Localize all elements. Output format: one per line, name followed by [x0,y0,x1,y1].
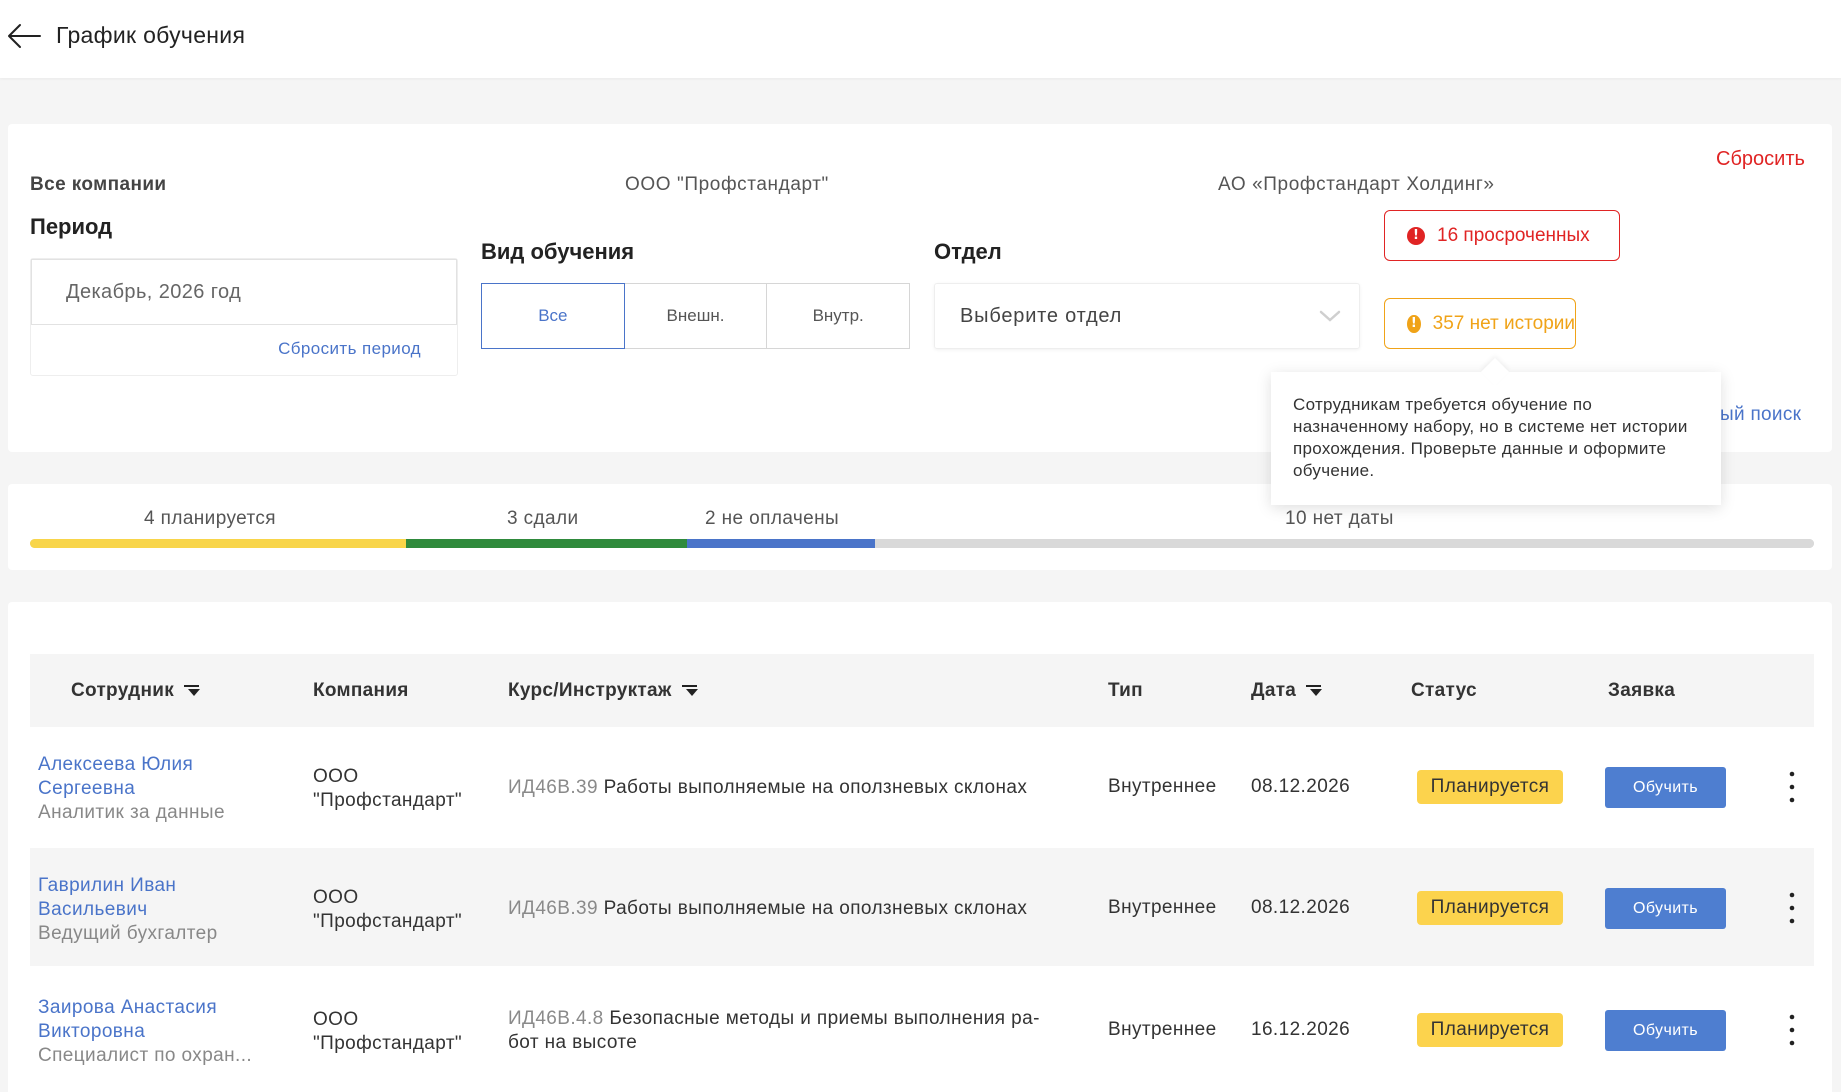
page-title: График обучения [56,22,246,48]
company-tab-holding[interactable]: АО «Профстандарт Холдинг» [1218,174,1495,196]
progress-planned-segment [30,539,406,548]
unpaid-count-label[interactable]: 2 не оплачены [705,508,839,530]
overdue-label: 16 просроченных [1437,224,1590,246]
employee-cell: Гаврилин Иван Васильевич Ведущий бухгалте… [38,874,218,946]
course-title-continued: бот на высоте [508,1032,638,1053]
no-date-count-label[interactable]: 10 нет даты [1285,508,1394,530]
no-history-badge[interactable]: ! 357 нет истории [1384,298,1576,349]
training-type-internal-button[interactable]: Внутр. [766,283,911,349]
training-type-segmented: Все Внешн. Внутр. [481,283,911,349]
course-title: Работы выполняемые на оползневых склонах [603,777,1028,798]
type-cell: Внутреннее [1108,1019,1217,1040]
department-label: Отдел [934,239,1002,264]
employee-name-link[interactable]: Алексеева Юлия Сергеевна [38,753,225,801]
course-cell: ИД46В.39 Работы выполняемые на оползневы… [508,897,1027,921]
status-progress-bar [30,539,1814,548]
department-select[interactable]: Выберите отдел [934,283,1360,349]
type-cell: Внутреннее [1108,897,1217,918]
table-row: Гаврилин Иван Васильевич Ведущий бухгалте… [30,848,1814,966]
warning-icon: ! [1407,314,1421,333]
training-table: Сотрудник Компания Курс/Инструктаж Тип Д… [8,602,1832,1092]
column-date[interactable]: Дата [1251,680,1324,702]
more-vertical-icon[interactable] [1783,1013,1801,1047]
course-code: ИД46В.4.8 [508,1008,604,1029]
column-employee[interactable]: Сотрудник [71,680,202,702]
course-code: ИД46В.39 [508,898,598,919]
progress-no-date-segment [875,539,1814,548]
advanced-search-link[interactable]: ый поиск [1720,404,1801,426]
date-cell: 08.12.2026 [1251,776,1351,797]
table-row: Алексеева Юлия Сергеевна Аналитик за данн… [30,727,1814,845]
more-vertical-icon[interactable] [1783,770,1801,804]
employee-role: Ведущий бухгалтер [38,923,218,944]
period-label: Период [30,214,113,239]
company-cell: ООО "Профстандарт" [313,887,463,932]
sort-icon[interactable] [182,684,202,698]
overdue-badge[interactable]: ! 16 просроченных [1384,210,1620,261]
course-title: Работы выполняемые на оползневых склонах [603,898,1028,919]
column-company: Компания [313,680,409,701]
type-cell: Внутреннее [1108,776,1217,797]
more-vertical-icon[interactable] [1783,891,1801,925]
employee-role: Аналитик за данные [38,802,225,823]
period-input[interactable]: Декабрь, 2026 год [31,259,457,325]
train-button[interactable]: Обучить [1605,1010,1726,1051]
reset-period-link[interactable]: Сбросить период [278,339,421,359]
company-tab-all[interactable]: Все компании [30,174,166,196]
column-status: Статус [1411,680,1477,701]
progress-unpaid-segment [687,539,876,548]
course-cell: ИД46В.39 Работы выполняемые на оползневы… [508,776,1027,800]
training-type-label: Вид обучения [481,239,635,264]
employee-name-link[interactable]: Гаврилин Иван Васильевич [38,874,218,922]
column-course-label: Курс/Инструктаж [508,680,672,701]
training-type-external-button[interactable]: Внешн. [623,283,768,349]
column-type: Тип [1108,680,1143,701]
employee-name-link[interactable]: Заирова Анастасия Викторовна [38,996,252,1044]
course-code: ИД46В.39 [508,777,598,798]
status-badge: Планируется [1417,891,1563,925]
column-course[interactable]: Курс/Инструктаж [508,680,700,702]
train-button[interactable]: Обучить [1605,888,1726,929]
tooltip-text: Сотрудникам требуется обучение по назнач… [1293,395,1688,480]
status-badge: Планируется [1417,770,1563,804]
course-cell: ИД46В.4.8 Безопасные методы и приемы вып… [508,1007,1040,1055]
column-employee-label: Сотрудник [71,680,175,701]
table-row: Заирова Анастасия Викторовна Специалист п… [30,970,1814,1088]
train-button[interactable]: Обучить [1605,767,1726,808]
column-date-label: Дата [1251,680,1297,701]
status-badge: Планируется [1417,1013,1563,1047]
alert-icon: ! [1407,226,1425,245]
top-bar: График обучения [0,0,1841,78]
reset-filters-link[interactable]: Сбросить [1716,148,1805,171]
date-cell: 16.12.2026 [1251,1019,1351,1040]
training-type-all-button[interactable]: Все [481,283,625,349]
back-arrow-icon[interactable] [6,22,42,50]
sort-icon[interactable] [1304,684,1324,698]
employee-cell: Алексеева Юлия Сергеевна Аналитик за данн… [38,753,225,825]
passed-count-label[interactable]: 3 сдали [507,508,579,530]
progress-passed-segment [405,539,688,548]
no-history-label: 357 нет истории [1432,312,1575,334]
no-history-tooltip: Сотрудникам требуется обучение по назнач… [1271,372,1721,505]
department-placeholder: Выберите отдел [960,305,1123,327]
column-request: Заявка [1608,680,1676,701]
employee-role: Специалист по охран... [38,1045,253,1066]
period-picker: Декабрь, 2026 год Сбросить период [30,258,458,376]
table-header: Сотрудник Компания Курс/Инструктаж Тип Д… [30,654,1814,727]
company-tab-profstandart[interactable]: ООО "Профстандарт" [625,174,829,196]
chevron-down-icon [1319,310,1341,322]
date-cell: 08.12.2026 [1251,897,1351,918]
planned-count-label[interactable]: 4 планируется [144,508,276,530]
employee-cell: Заирова Анастасия Викторовна Специалист п… [38,996,252,1068]
company-cell: ООО "Профстандарт" [313,766,463,811]
sort-icon[interactable] [680,684,700,698]
company-cell: ООО "Профстандарт" [313,1009,463,1054]
course-title: Безопасные методы и приемы выполнения ра… [609,1008,1040,1029]
